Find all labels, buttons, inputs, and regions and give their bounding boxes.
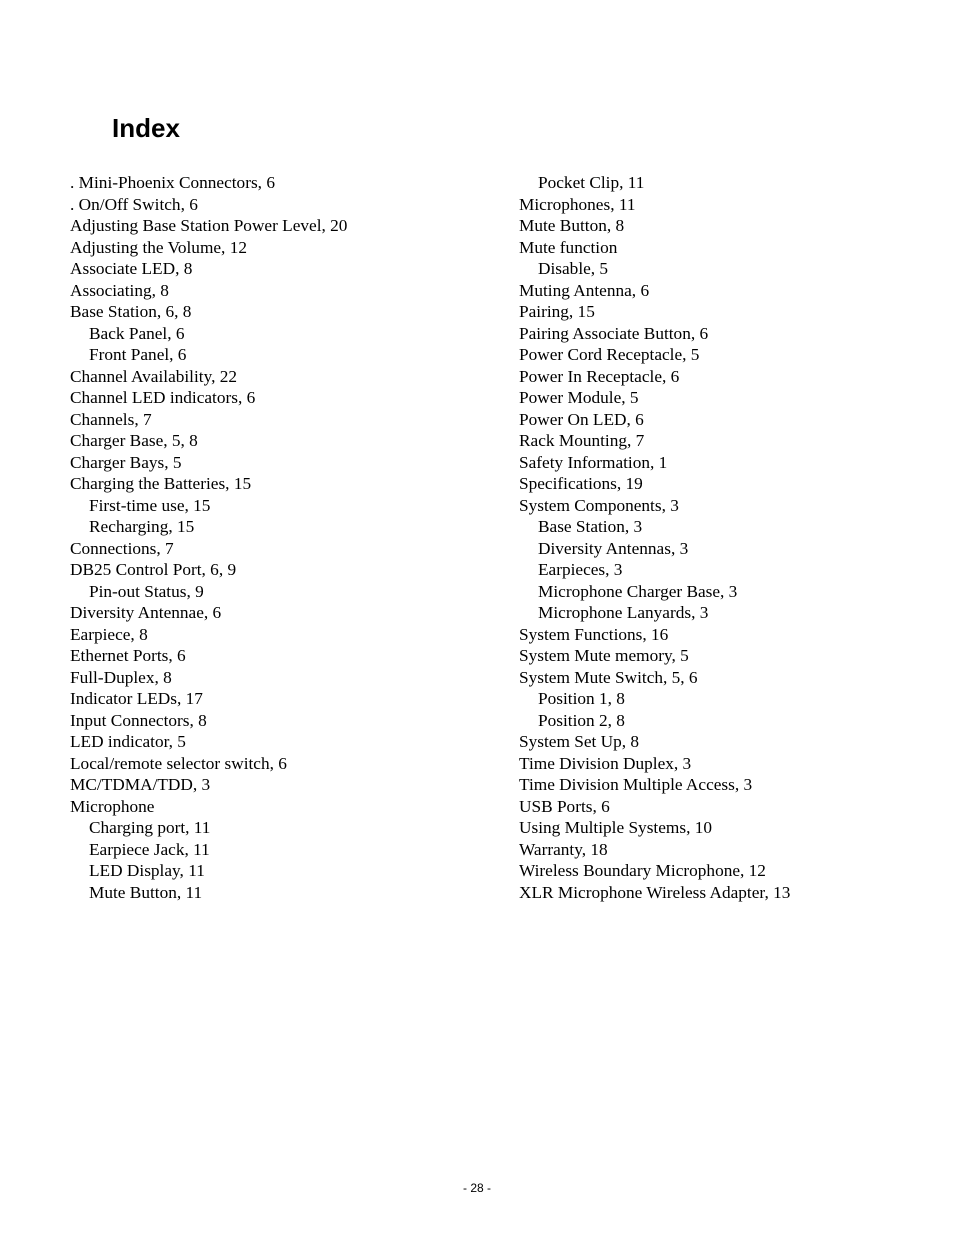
index-entry: XLR Microphone Wireless Adapter, 13	[519, 882, 791, 902]
index-entry: Safety Information, 1	[519, 452, 668, 472]
index-entry: Warranty, 18	[519, 839, 608, 859]
index-entry: System Mute Switch, 5, 6	[519, 667, 698, 687]
index-entry: Channel Availability, 22	[70, 366, 238, 386]
index-entry: USB Ports, 6	[519, 796, 610, 816]
index-entry: Associate LED, 8	[70, 259, 193, 278]
index-subentry: Earpieces, 3	[538, 560, 623, 579]
index-entry: . Mini-Phoenix Connectors, 6	[70, 173, 275, 192]
index-entry: Power Cord Receptacle, 5	[519, 345, 700, 364]
page-title: Index	[112, 113, 180, 143]
index-entry: System Mute memory, 5	[519, 646, 689, 665]
page-number: - 28 -	[462, 1181, 491, 1195]
index-entry: Base Station, 6, 8	[70, 302, 192, 321]
index-entry: Muting Antenna, 6	[519, 280, 650, 300]
index-entry: Specifications, 19	[519, 474, 643, 493]
index-entry: . On/Off Switch, 6	[70, 194, 198, 214]
index-subentry: Recharging, 15	[89, 517, 195, 536]
index-subentry: Base Station, 3	[538, 517, 643, 536]
index-entry: Power On LED, 6	[519, 409, 644, 429]
index-entry: DB25 Control Port, 6, 9	[70, 560, 237, 579]
index-entry: Mute Button, 8	[519, 216, 625, 235]
index-subentry: Disable, 5	[538, 259, 609, 278]
index-subentry: Position 2, 8	[538, 710, 625, 730]
index-subentry: LED Display, 11	[89, 861, 205, 880]
index-entry: Microphones, 11	[519, 194, 636, 214]
index-subentry: Pin-out Status, 9	[89, 581, 204, 601]
index-entry: Pairing, 15	[519, 302, 595, 321]
index-entry: Channels, 7	[70, 409, 152, 429]
index-entry: Channel LED indicators, 6	[70, 388, 256, 407]
index-entry: Indicator LEDs, 17	[70, 689, 203, 708]
index-subentry: Back Panel, 6	[89, 323, 185, 343]
index-entry: Adjusting Base Station Power Level, 20	[70, 216, 348, 235]
index-entry: Local/remote selector switch, 6	[70, 753, 287, 773]
index-subentry: Diversity Antennas, 3	[538, 538, 689, 558]
index-entry: System Functions, 16	[519, 624, 669, 644]
index-subentry: First-time use, 15	[89, 495, 211, 515]
index-subentry: Front Panel, 6	[89, 345, 187, 364]
index-entry: Associating, 8	[70, 280, 169, 300]
index-subentry: Pocket Clip, 11	[538, 173, 645, 192]
index-entry: Rack Mounting, 7	[519, 431, 645, 450]
index-entry: Power In Receptacle, 6	[519, 366, 680, 386]
index-subentry: Microphone Charger Base, 3	[538, 581, 738, 601]
index-entry: Charger Base, 5, 8	[70, 431, 198, 450]
index-entry: Using Multiple Systems, 10	[519, 818, 712, 837]
index-entry: Earpiece, 8	[70, 624, 148, 644]
index-entry: MC/TDMA/TDD, 3	[70, 775, 211, 794]
index-entry: Pairing Associate Button, 6	[519, 323, 709, 343]
index-subentry: Charging port, 11	[89, 818, 211, 837]
index-entry: Diversity Antennae, 6	[70, 603, 222, 622]
index-entry: Ethernet Ports, 6	[70, 646, 186, 665]
index-entry: Charger Bays, 5	[70, 452, 182, 472]
index-entry: Adjusting the Volume, 12	[70, 237, 247, 257]
index-entry: System Set Up, 8	[519, 732, 640, 751]
index-entry: System Components, 3	[519, 495, 679, 515]
index-column-left: . Mini-Phoenix Connectors, 6 . On/Off Swi…	[70, 172, 347, 903]
index-entry: Full-Duplex, 8	[70, 667, 172, 687]
index-entry: Power Module, 5	[519, 388, 639, 407]
index-entry: Time Division Duplex, 3	[519, 753, 692, 773]
index-entry: LED indicator, 5	[70, 732, 186, 751]
index-entry: Connections, 7	[70, 538, 174, 558]
index-entry: Input Connectors, 8	[70, 710, 207, 730]
index-column-right: Pocket Clip, 11 Microphones, 11 Mute Butto…	[519, 172, 790, 903]
index-entry: Mute function	[519, 237, 618, 257]
index-entry: Time Division Multiple Access, 3	[519, 775, 753, 794]
index-subentry: Mute Button, 11	[89, 882, 203, 902]
index-entry: Microphone	[70, 796, 155, 816]
index-subentry: Microphone Lanyards, 3	[538, 603, 709, 622]
index-subentry: Position 1, 8	[538, 689, 625, 708]
index-entry: Charging the Batteries, 15	[70, 474, 252, 493]
index-entry: Wireless Boundary Microphone, 12	[519, 861, 766, 880]
index-subentry: Earpiece Jack, 11	[89, 839, 210, 859]
